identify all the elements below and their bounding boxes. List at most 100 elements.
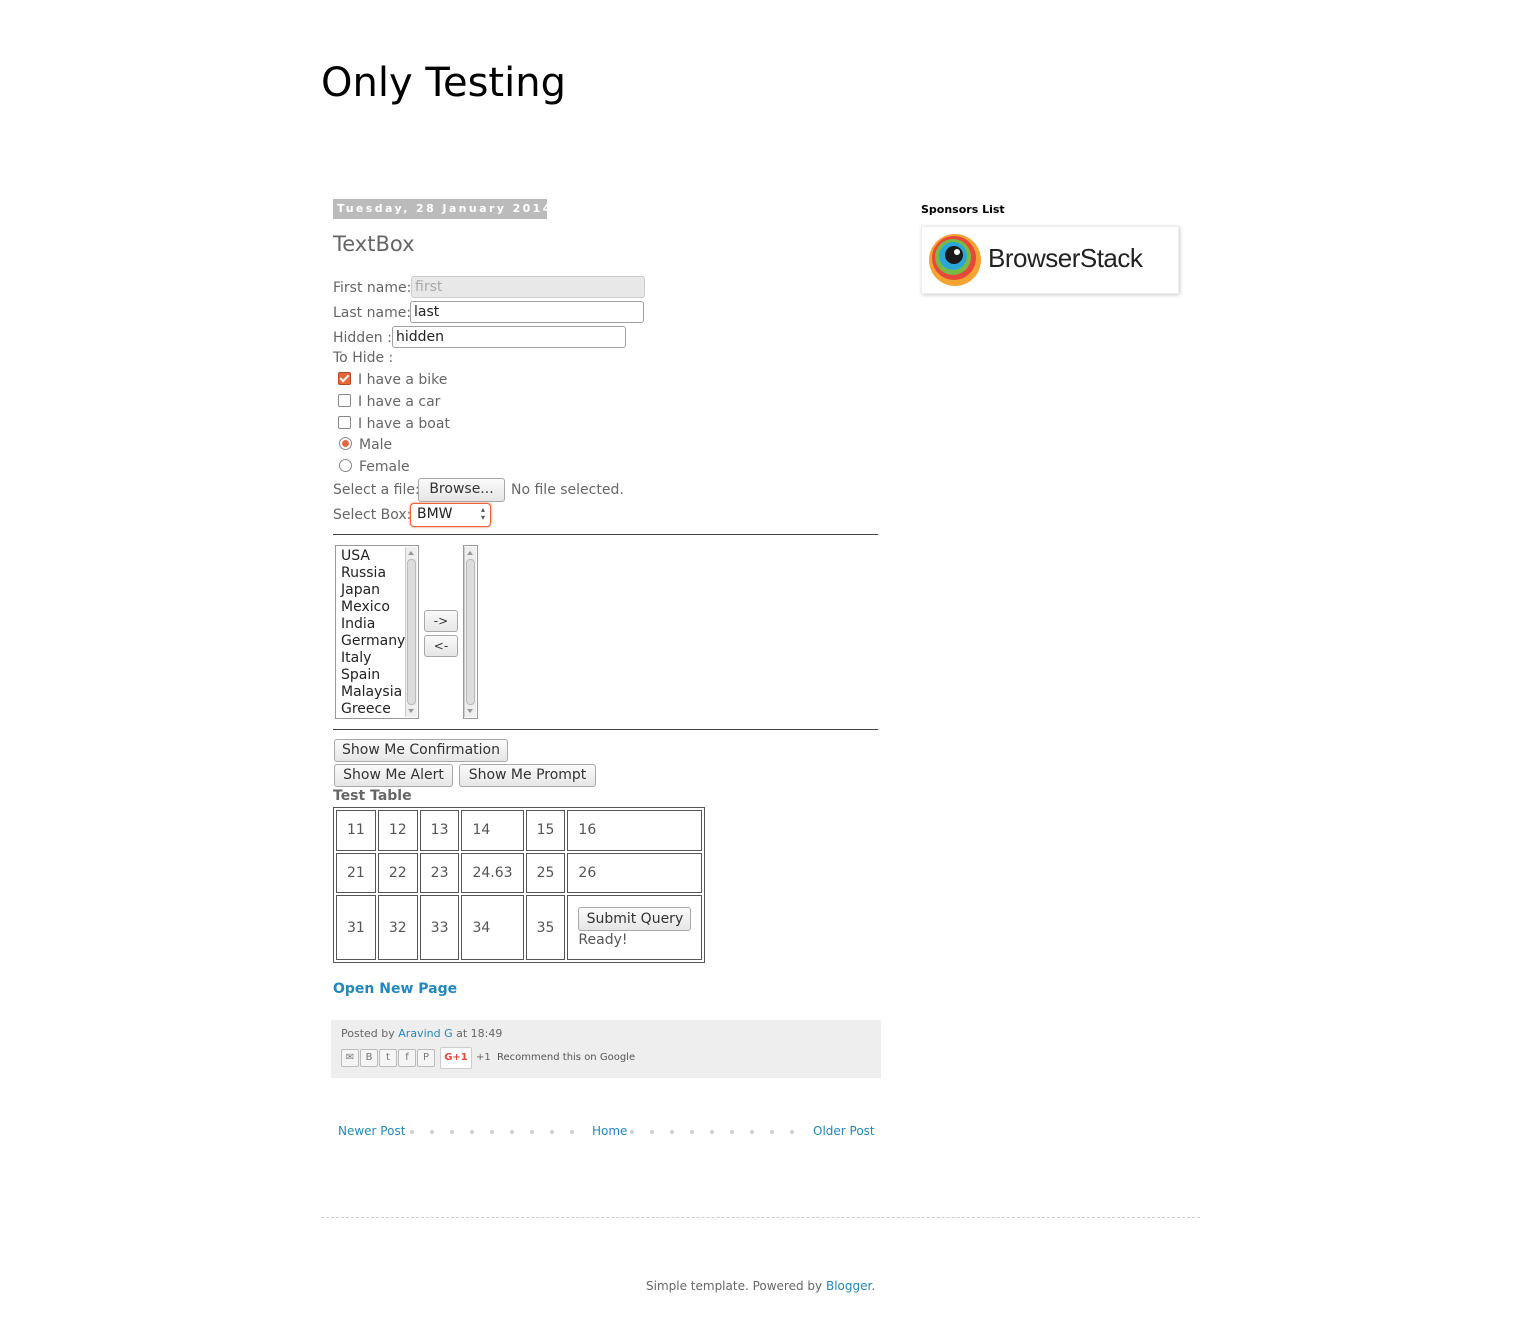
male-radio[interactable]	[339, 437, 352, 450]
pager-dot	[510, 1130, 514, 1134]
divider-top	[333, 534, 878, 535]
listbox-scrollbar[interactable]	[405, 547, 417, 717]
table-cell: 21	[336, 852, 376, 894]
pager-dot	[490, 1130, 494, 1134]
table-row: 11 12 13 14 15 16	[336, 810, 703, 851]
bike-label: I have a bike	[358, 372, 448, 388]
pager-dot	[710, 1130, 714, 1134]
bike-checkbox[interactable]	[338, 372, 351, 385]
table-cell-submit: Submit Query Ready!	[567, 895, 703, 960]
table-cell: 32	[377, 895, 418, 960]
country-option[interactable]: Italy	[341, 650, 371, 667]
table-row: 21 22 23 24.63 25 26	[336, 852, 703, 894]
date-header: Tuesday, 28 January 2014	[333, 199, 550, 219]
show-alert-button[interactable]: Show Me Alert	[334, 764, 453, 787]
table-cell: 26	[567, 852, 703, 894]
scroll-up-icon[interactable]	[408, 551, 414, 555]
at-text: at	[456, 1027, 468, 1040]
hidden-input[interactable]: hidden	[392, 326, 626, 348]
pager-dot	[550, 1130, 554, 1134]
table-cell: 16	[567, 810, 703, 851]
show-confirmation-button[interactable]: Show Me Confirmation	[334, 739, 508, 762]
home-link[interactable]: Home	[592, 1124, 627, 1138]
boat-label: I have a boat	[358, 416, 450, 432]
google-plus-one-button[interactable]: G+1	[440, 1047, 472, 1069]
car-select[interactable]: BMW ▴ ▾	[410, 503, 491, 527]
pager-dot	[530, 1130, 534, 1134]
country-option[interactable]: Mexico	[341, 599, 390, 616]
pager-dot	[790, 1130, 794, 1134]
target-listbox[interactable]	[463, 545, 478, 719]
pager-dot	[650, 1130, 654, 1134]
country-option[interactable]: Spain	[341, 667, 380, 684]
country-option[interactable]: Russia	[341, 565, 386, 582]
table-cell: 35	[525, 895, 566, 960]
table-cell: 25	[525, 852, 566, 894]
table-cell: 33	[419, 895, 460, 960]
submit-query-button[interactable]: Submit Query	[578, 907, 692, 932]
boat-checkbox[interactable]	[338, 416, 351, 429]
show-prompt-button[interactable]: Show Me Prompt	[459, 764, 596, 787]
male-label: Male	[359, 437, 393, 453]
blog-title[interactable]: Only Testing	[321, 60, 566, 106]
plus-one-count: +1	[476, 1052, 491, 1063]
target-scroll-up-icon[interactable]	[467, 551, 473, 555]
newer-post-link[interactable]: Newer Post	[338, 1124, 405, 1138]
post-byline: Posted by Aravind G at 18:49	[341, 1027, 502, 1040]
table-cell: 13	[419, 810, 460, 851]
blogger-link[interactable]: Blogger	[826, 1279, 871, 1293]
select-arrows-icon: ▴ ▾	[480, 505, 485, 522]
email-icon[interactable]: ✉	[341, 1049, 359, 1067]
pinterest-icon[interactable]: P	[417, 1049, 435, 1067]
car-checkbox[interactable]	[338, 394, 351, 407]
sponsor-name: BrowserStack	[988, 243, 1143, 273]
browserstack-logo-icon	[929, 234, 981, 286]
browse-button[interactable]: Browse...	[418, 478, 505, 502]
select-box-label: Select Box:	[333, 507, 412, 523]
last-name-input[interactable]: last	[410, 301, 644, 323]
older-post-link[interactable]: Older Post	[813, 1124, 875, 1138]
country-option[interactable]: Malaysia	[341, 684, 402, 701]
table-cell: 31	[336, 895, 376, 960]
scroll-thumb[interactable]	[407, 559, 416, 705]
twitter-icon[interactable]: t	[379, 1049, 397, 1067]
to-hide-label: To Hide :	[333, 350, 394, 366]
scroll-down-icon[interactable]	[408, 709, 414, 713]
country-option[interactable]: USA	[341, 548, 370, 565]
browserstack-sponsor-link[interactable]: BrowserStack	[921, 226, 1179, 294]
move-left-button[interactable]: <-	[424, 635, 458, 657]
table-cell: 24.63	[461, 852, 524, 894]
test-table-title: Test Table	[333, 788, 412, 804]
country-option[interactable]: Germany	[341, 633, 405, 650]
female-label: Female	[359, 459, 410, 475]
country-option[interactable]: Greece	[341, 701, 391, 718]
post-time-link[interactable]: 18:49	[471, 1027, 503, 1040]
country-option[interactable]: Japan	[341, 582, 380, 599]
posted-by-text: Posted by	[341, 1027, 395, 1040]
country-listbox[interactable]: USA Russia Japan Mexico India Germany Italy Spa…	[335, 545, 419, 719]
author-link[interactable]: Aravind G	[398, 1027, 452, 1040]
facebook-icon[interactable]: f	[398, 1049, 416, 1067]
site-footer: Simple template. Powered by Blogger.	[646, 1279, 875, 1293]
pager-dot	[570, 1130, 574, 1134]
pager-dot	[670, 1130, 674, 1134]
post-title: TextBox	[333, 232, 415, 256]
first-name-label: First name:	[333, 280, 412, 296]
female-radio[interactable]	[339, 459, 352, 472]
pager-dots-left	[410, 1126, 580, 1136]
country-option[interactable]: India	[341, 616, 375, 633]
target-scroll-thumb[interactable]	[466, 559, 475, 705]
move-right-button[interactable]: ->	[424, 610, 458, 632]
table-cell: 23	[419, 852, 460, 894]
site-footer-text: Simple template. Powered by	[646, 1279, 823, 1293]
table-cell: 11	[336, 810, 376, 851]
open-new-page-link[interactable]: Open New Page	[333, 981, 457, 997]
target-scroll-down-icon[interactable]	[467, 709, 473, 713]
first-name-input[interactable]: first	[411, 276, 645, 298]
table-row: 31 32 33 34 35 Submit Query Ready!	[336, 895, 703, 960]
target-scrollbar[interactable]	[464, 547, 476, 717]
blogger-icon[interactable]: B	[360, 1049, 378, 1067]
table-cell: 34	[461, 895, 524, 960]
site-footer-end: .	[871, 1279, 876, 1293]
footer-divider	[321, 1217, 1200, 1218]
